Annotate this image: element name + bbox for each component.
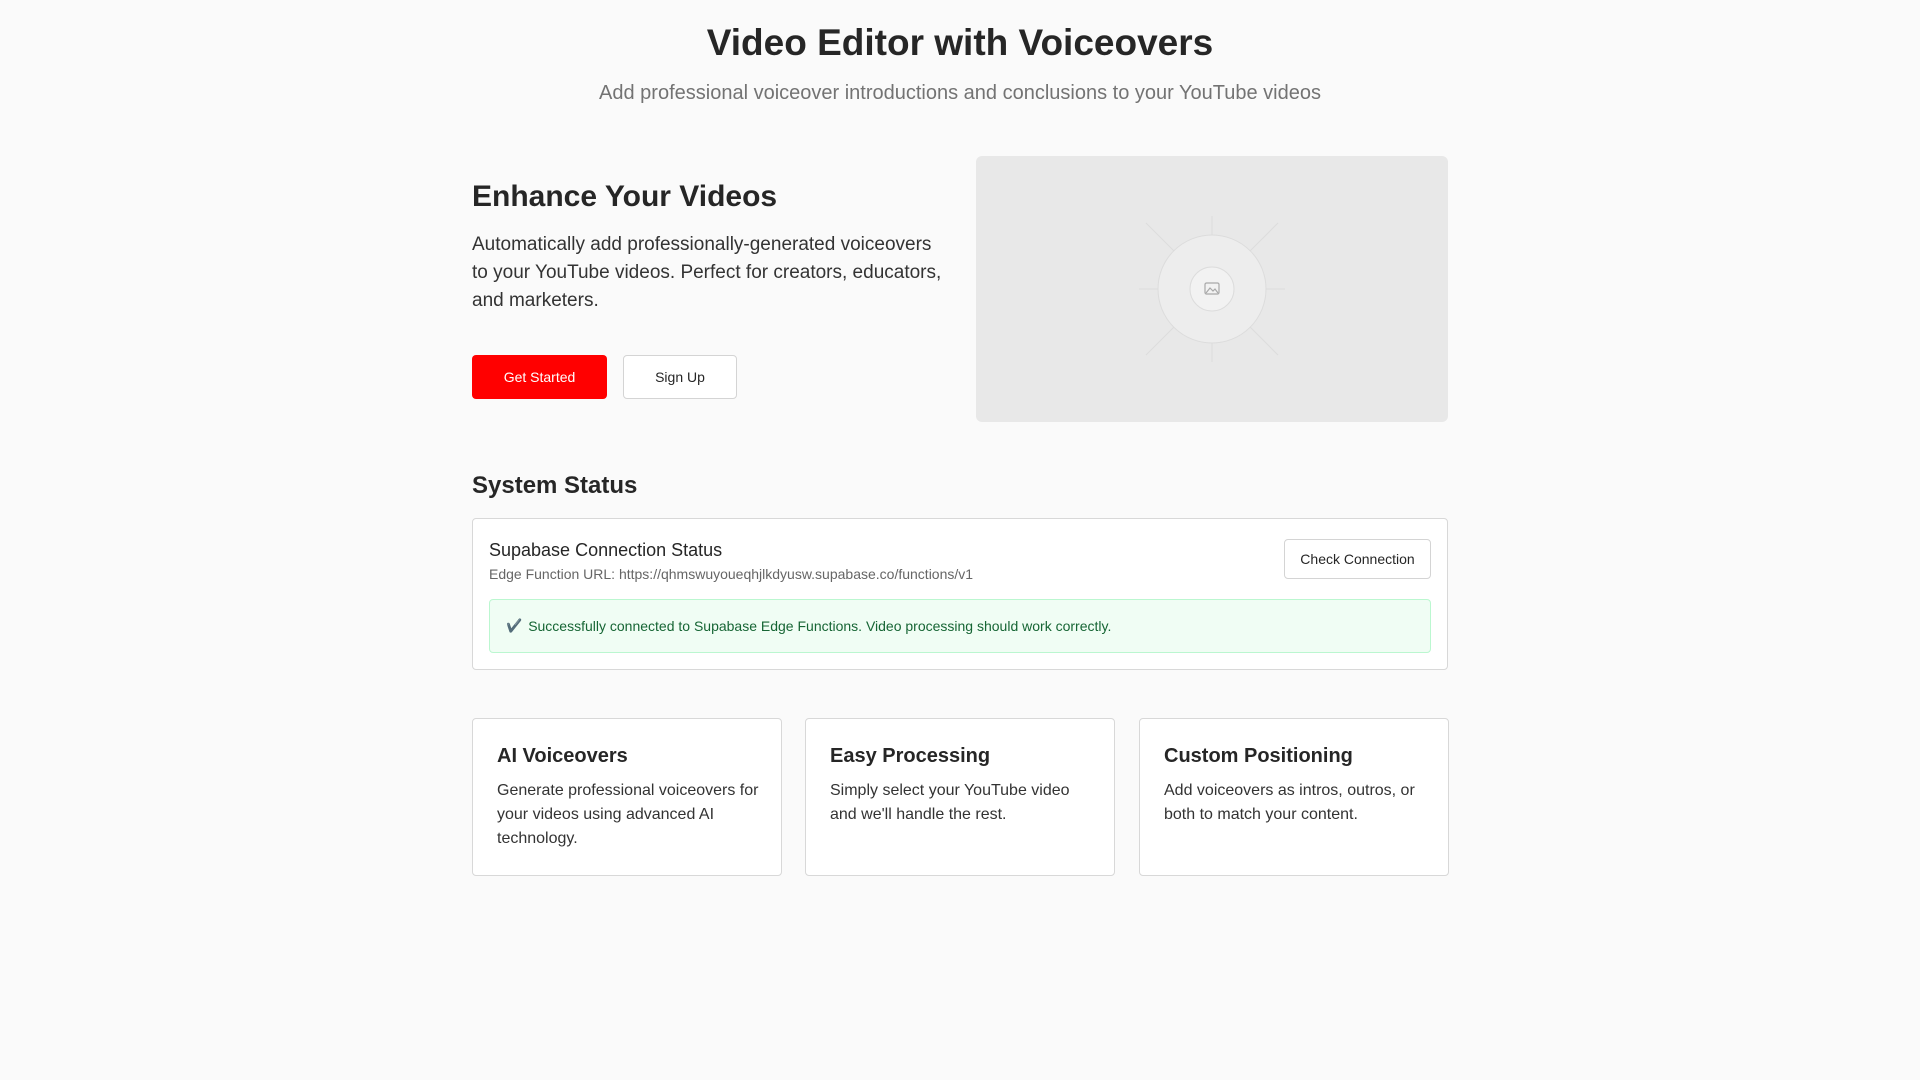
hero-image-placeholder: [976, 156, 1448, 422]
feature-title: AI Voiceovers: [497, 745, 628, 767]
connection-status-title: Supabase Connection Status: [489, 540, 723, 560]
feature-description: Add voiceovers as intros, outros, or bot…: [1164, 782, 1415, 823]
success-alert-text: Successfully connected to Supabase Edge …: [528, 618, 1112, 634]
page-subtitle: Add professional voiceover introductions…: [599, 82, 1321, 104]
edge-function-url: Edge Function URL: https://qhmswuyoueqhj…: [489, 566, 974, 582]
check-connection-button[interactable]: Check Connection: [1284, 539, 1431, 579]
get-started-button[interactable]: Get Started: [472, 355, 607, 399]
feature-description: Simply select your YouTube video and we'…: [830, 782, 1070, 823]
image-placeholder-icon: [1139, 216, 1285, 362]
hero-description: Automatically add professionally-generat…: [472, 234, 942, 311]
success-alert: ✔️ Successfully connected to Supabase Ed…: [489, 599, 1431, 653]
feature-title: Custom Positioning: [1164, 745, 1353, 767]
feature-card-easy-processing: Easy Processing Simply select your YouTu…: [805, 718, 1115, 876]
connection-status-card: Supabase Connection Status Edge Function…: [472, 518, 1448, 670]
sign-up-button[interactable]: Sign Up: [623, 355, 737, 399]
feature-title: Easy Processing: [830, 745, 991, 767]
feature-card-custom-positioning: Custom Positioning Add voiceovers as int…: [1139, 718, 1449, 876]
feature-card-ai-voiceovers: AI Voiceovers Generate professional voic…: [472, 718, 782, 876]
system-status-title: System Status: [472, 472, 638, 499]
check-icon: ✔️: [506, 618, 523, 633]
feature-description: Generate professional voiceovers for you…: [497, 782, 759, 847]
hero-title: Enhance Your Videos: [472, 180, 778, 213]
page-title: Video Editor with Voiceovers: [706, 22, 1214, 63]
